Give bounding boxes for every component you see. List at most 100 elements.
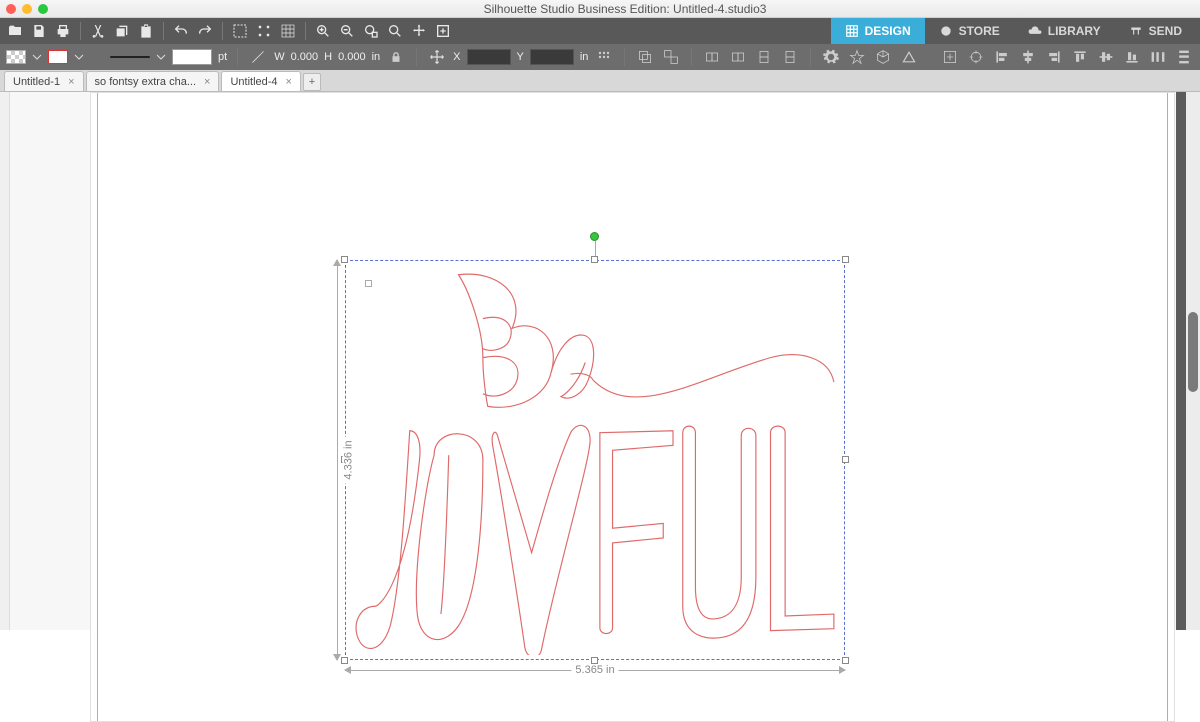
rotate-line xyxy=(595,241,596,257)
doctab-label: Untitled-1 xyxy=(13,76,60,88)
duplicate-right-icon[interactable] xyxy=(728,47,748,67)
y-label: Y xyxy=(517,51,524,63)
line-tool-icon[interactable] xyxy=(248,47,268,67)
main-toolbar: DESIGN STORE LIBRARY SEND xyxy=(0,18,1200,44)
save-icon[interactable] xyxy=(28,20,50,42)
undo-icon[interactable] xyxy=(170,20,192,42)
ungroup-icon[interactable] xyxy=(661,47,681,67)
align-center-h-icon[interactable] xyxy=(1018,47,1038,67)
close-tab-icon[interactable]: × xyxy=(286,76,292,88)
cube-icon[interactable] xyxy=(873,47,893,67)
line-dropdown-icon[interactable] xyxy=(74,52,84,62)
rotate-handle[interactable] xyxy=(590,232,599,241)
print-icon[interactable] xyxy=(52,20,74,42)
design-art[interactable] xyxy=(350,265,840,655)
xy-unit: in xyxy=(580,51,589,63)
new-tab-button[interactable]: + xyxy=(303,73,321,91)
fill-dropdown-icon[interactable] xyxy=(32,52,42,62)
close-tab-icon[interactable]: × xyxy=(68,76,74,88)
fill-swatch[interactable] xyxy=(6,50,26,64)
cut-icon[interactable] xyxy=(87,20,109,42)
dimension-vertical: 4.336 in xyxy=(331,260,343,660)
doctab-label: Untitled-4 xyxy=(230,76,277,88)
separator xyxy=(624,48,625,66)
edit-points-icon[interactable] xyxy=(253,20,275,42)
zoom-selection-icon[interactable] xyxy=(360,20,382,42)
doctab-so-fontsy[interactable]: so fontsy extra cha... × xyxy=(86,71,220,91)
doctab-untitled-4[interactable]: Untitled-4 × xyxy=(221,71,301,91)
center-target-icon[interactable] xyxy=(966,47,986,67)
select-icon[interactable] xyxy=(229,20,251,42)
open-icon[interactable] xyxy=(4,20,26,42)
resize-handle-se[interactable] xyxy=(842,657,849,664)
close-tab-icon[interactable]: × xyxy=(204,76,210,88)
wh-unit: in xyxy=(372,51,381,63)
duplicate-left-icon[interactable] xyxy=(702,47,722,67)
zoom-in-icon[interactable] xyxy=(312,20,334,42)
line-style-sample[interactable] xyxy=(110,56,150,58)
align-right-icon[interactable] xyxy=(1044,47,1064,67)
fit-page-icon[interactable] xyxy=(432,20,454,42)
window-controls xyxy=(6,4,48,14)
right-panel-strip[interactable] xyxy=(1176,92,1186,630)
grid-icon[interactable] xyxy=(277,20,299,42)
tab-library-label: LIBRARY xyxy=(1048,24,1101,38)
vertical-scrollbar[interactable] xyxy=(1186,92,1200,630)
group-icon[interactable] xyxy=(635,47,655,67)
move-icon[interactable] xyxy=(427,47,447,67)
tab-design[interactable]: DESIGN xyxy=(831,18,925,44)
paste-icon[interactable] xyxy=(135,20,157,42)
copy-icon[interactable] xyxy=(111,20,133,42)
layers-icon[interactable] xyxy=(899,47,919,67)
doctab-untitled-1[interactable]: Untitled-1 × xyxy=(4,71,84,91)
left-tool-strip[interactable] xyxy=(0,92,10,630)
gear-icon[interactable] xyxy=(821,47,841,67)
align-top-icon[interactable] xyxy=(1070,47,1090,67)
resize-handle-s[interactable] xyxy=(591,657,598,664)
redo-icon[interactable] xyxy=(194,20,216,42)
x-input[interactable] xyxy=(467,49,511,65)
tab-store-label: STORE xyxy=(959,24,1000,38)
separator xyxy=(163,22,164,40)
distribute-v-icon[interactable] xyxy=(1174,47,1194,67)
tab-library[interactable]: LIBRARY xyxy=(1014,18,1115,44)
resize-handle-ne[interactable] xyxy=(842,256,849,263)
maximize-window-icon[interactable] xyxy=(38,4,48,14)
tab-design-label: DESIGN xyxy=(865,24,911,38)
line-style-dropdown-icon[interactable] xyxy=(156,52,166,62)
align-left-icon[interactable] xyxy=(992,47,1012,67)
center-icon[interactable] xyxy=(940,47,960,67)
align-bottom-icon[interactable] xyxy=(1122,47,1142,67)
separator xyxy=(810,48,811,66)
star-icon[interactable] xyxy=(847,47,867,67)
tab-send[interactable]: SEND xyxy=(1115,18,1196,44)
x-label: X xyxy=(453,51,460,63)
w-value: 0.000 xyxy=(291,51,319,63)
h-label: H xyxy=(324,51,332,63)
align-panel-icon[interactable] xyxy=(594,47,614,67)
duplicate-down-icon[interactable] xyxy=(780,47,800,67)
selection-group[interactable]: 4.336 in 5.365 in xyxy=(345,260,845,660)
duplicate-up-icon[interactable] xyxy=(754,47,774,67)
pan-icon[interactable] xyxy=(408,20,430,42)
align-middle-v-icon[interactable] xyxy=(1096,47,1116,67)
line-swatch[interactable] xyxy=(48,50,68,64)
zoom-out-icon[interactable] xyxy=(336,20,358,42)
workspace: 4.336 in 5.365 in xyxy=(0,92,1200,630)
resize-handle-n[interactable] xyxy=(591,256,598,263)
separator xyxy=(691,48,692,66)
resize-handle-e[interactable] xyxy=(842,456,849,463)
titlebar: Silhouette Studio Business Edition: Unti… xyxy=(0,0,1200,18)
lock-aspect-icon[interactable] xyxy=(386,47,406,67)
zoom-fit-icon[interactable] xyxy=(384,20,406,42)
canvas-area[interactable]: 4.336 in 5.365 in xyxy=(10,92,1200,630)
scrollbar-thumb[interactable] xyxy=(1188,312,1198,392)
h-value: 0.000 xyxy=(338,51,366,63)
close-window-icon[interactable] xyxy=(6,4,16,14)
y-input[interactable] xyxy=(530,49,574,65)
tab-store[interactable]: STORE xyxy=(925,18,1014,44)
minimize-window-icon[interactable] xyxy=(22,4,32,14)
line-weight-input[interactable] xyxy=(172,49,212,65)
distribute-h-icon[interactable] xyxy=(1148,47,1168,67)
nav-tabs: DESIGN STORE LIBRARY SEND xyxy=(831,18,1196,44)
